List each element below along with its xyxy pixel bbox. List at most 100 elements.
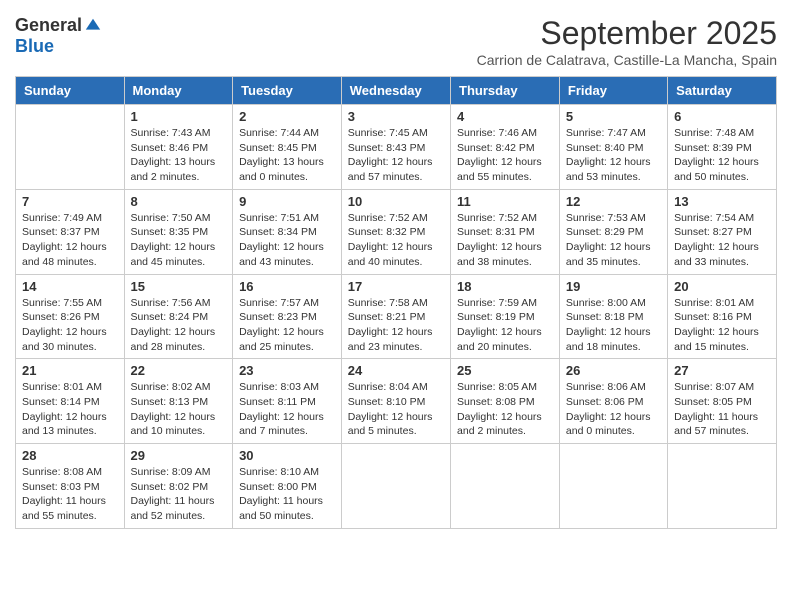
calendar-cell: 2 Sunrise: 7:44 AMSunset: 8:45 PMDaylight… [233,105,342,190]
calendar-cell: 15 Sunrise: 7:56 AMSunset: 8:24 PMDayligh… [124,274,233,359]
day-detail: Sunrise: 7:49 AMSunset: 8:37 PMDaylight:… [22,211,118,270]
day-detail: Sunrise: 8:08 AMSunset: 8:03 PMDaylight:… [22,465,118,524]
day-detail: Sunrise: 8:04 AMSunset: 8:10 PMDaylight:… [348,380,444,439]
calendar-cell: 22Sunrise: 8:02 AMSunset: 8:13 PMDayligh… [124,359,233,444]
day-number: 23 [239,363,335,378]
day-number: 9 [239,194,335,209]
calendar-week-row: 1Sunrise: 7:43 AMSunset: 8:46 PMDaylight… [16,105,777,190]
day-number: 20 [674,279,770,294]
calendar-cell: 29 Sunrise: 8:09 AMSunset: 8:02 PMDayligh… [124,444,233,529]
day-number: 22 [131,363,227,378]
calendar-cell: 10 Sunrise: 7:52 AMSunset: 8:32 PMDayligh… [341,189,450,274]
logo-icon [84,17,102,35]
calendar-cell: 4 Sunrise: 7:46 AMSunset: 8:42 PMDaylight… [451,105,560,190]
calendar-header-row: SundayMondayTuesdayWednesdayThursdayFrid… [16,77,777,105]
day-number: 28 [22,448,118,463]
calendar-cell: 3 Sunrise: 7:45 AMSunset: 8:43 PMDaylight… [341,105,450,190]
calendar-cell: 23 Sunrise: 8:03 AMSunset: 8:11 PMDayligh… [233,359,342,444]
calendar-cell: 26Sunrise: 8:06 AMSunset: 8:06 PMDayligh… [559,359,667,444]
day-number: 5 [566,109,661,124]
day-detail: Sunrise: 8:07 AMSunset: 8:05 PMDaylight:… [674,380,770,439]
calendar-table: SundayMondayTuesdayWednesdayThursdayFrid… [15,76,777,529]
day-detail: Sunrise: 7:45 AMSunset: 8:43 PMDaylight:… [348,126,444,185]
day-number: 21 [22,363,118,378]
weekday-header: Saturday [668,77,777,105]
calendar-cell: 6 Sunrise: 7:48 AMSunset: 8:39 PMDaylight… [668,105,777,190]
day-detail: Sunrise: 8:03 AMSunset: 8:11 PMDaylight:… [239,380,335,439]
weekday-header: Monday [124,77,233,105]
day-detail: Sunrise: 7:48 AMSunset: 8:39 PMDaylight:… [674,126,770,185]
location-subtitle: Carrion de Calatrava, Castille-La Mancha… [477,52,777,68]
day-number: 1 [131,109,227,124]
calendar-cell: 18Sunrise: 7:59 AMSunset: 8:19 PMDayligh… [451,274,560,359]
calendar-cell: 1Sunrise: 7:43 AMSunset: 8:46 PMDaylight… [124,105,233,190]
day-number: 11 [457,194,553,209]
day-detail: Sunrise: 7:51 AMSunset: 8:34 PMDaylight:… [239,211,335,270]
day-number: 26 [566,363,661,378]
day-number: 24 [348,363,444,378]
calendar-cell: 14Sunrise: 7:55 AMSunset: 8:26 PMDayligh… [16,274,125,359]
calendar-cell: 7 Sunrise: 7:49 AMSunset: 8:37 PMDaylight… [16,189,125,274]
day-number: 27 [674,363,770,378]
calendar-cell [451,444,560,529]
calendar-cell: 27 Sunrise: 8:07 AMSunset: 8:05 PMDayligh… [668,359,777,444]
title-section: September 2025 Carrion de Calatrava, Cas… [477,15,777,68]
day-detail: Sunrise: 7:47 AMSunset: 8:40 PMDaylight:… [566,126,661,185]
day-number: 4 [457,109,553,124]
day-detail: Sunrise: 7:46 AMSunset: 8:42 PMDaylight:… [457,126,553,185]
day-detail: Sunrise: 7:50 AMSunset: 8:35 PMDaylight:… [131,211,227,270]
calendar-cell: 28 Sunrise: 8:08 AMSunset: 8:03 PMDayligh… [16,444,125,529]
day-number: 10 [348,194,444,209]
logo-general-text: General [15,15,82,36]
day-detail: Sunrise: 7:56 AMSunset: 8:24 PMDaylight:… [131,296,227,355]
day-detail: Sunrise: 8:01 AMSunset: 8:16 PMDaylight:… [674,296,770,355]
calendar-cell [16,105,125,190]
day-number: 2 [239,109,335,124]
logo-blue-text: Blue [15,36,54,57]
weekday-header: Sunday [16,77,125,105]
day-number: 3 [348,109,444,124]
logo: General Blue [15,15,102,57]
calendar-cell: 12 Sunrise: 7:53 AMSunset: 8:29 PMDayligh… [559,189,667,274]
day-detail: Sunrise: 7:52 AMSunset: 8:32 PMDaylight:… [348,211,444,270]
calendar-cell: 30 Sunrise: 8:10 AMSunset: 8:00 PMDayligh… [233,444,342,529]
day-number: 29 [131,448,227,463]
calendar-week-row: 28 Sunrise: 8:08 AMSunset: 8:03 PMDayligh… [16,444,777,529]
calendar-cell [668,444,777,529]
day-number: 25 [457,363,553,378]
day-detail: Sunrise: 7:58 AMSunset: 8:21 PMDaylight:… [348,296,444,355]
day-detail: Sunrise: 7:52 AMSunset: 8:31 PMDaylight:… [457,211,553,270]
calendar-cell: 24 Sunrise: 8:04 AMSunset: 8:10 PMDayligh… [341,359,450,444]
day-number: 8 [131,194,227,209]
calendar-cell: 25 Sunrise: 8:05 AMSunset: 8:08 PMDayligh… [451,359,560,444]
day-detail: Sunrise: 8:01 AMSunset: 8:14 PMDaylight:… [22,380,118,439]
calendar-week-row: 7 Sunrise: 7:49 AMSunset: 8:37 PMDaylight… [16,189,777,274]
day-detail: Sunrise: 8:10 AMSunset: 8:00 PMDaylight:… [239,465,335,524]
calendar-cell: 9 Sunrise: 7:51 AMSunset: 8:34 PMDaylight… [233,189,342,274]
day-number: 17 [348,279,444,294]
calendar-cell: 8 Sunrise: 7:50 AMSunset: 8:35 PMDaylight… [124,189,233,274]
day-detail: Sunrise: 7:44 AMSunset: 8:45 PMDaylight:… [239,126,335,185]
day-number: 19 [566,279,661,294]
day-number: 7 [22,194,118,209]
day-number: 18 [457,279,553,294]
day-detail: Sunrise: 8:00 AMSunset: 8:18 PMDaylight:… [566,296,661,355]
day-number: 12 [566,194,661,209]
day-detail: Sunrise: 7:54 AMSunset: 8:27 PMDaylight:… [674,211,770,270]
calendar-cell: 19 Sunrise: 8:00 AMSunset: 8:18 PMDayligh… [559,274,667,359]
day-detail: Sunrise: 7:53 AMSunset: 8:29 PMDaylight:… [566,211,661,270]
weekday-header: Friday [559,77,667,105]
day-number: 30 [239,448,335,463]
day-number: 16 [239,279,335,294]
calendar-cell [559,444,667,529]
calendar-cell: 11 Sunrise: 7:52 AMSunset: 8:31 PMDayligh… [451,189,560,274]
day-detail: Sunrise: 8:09 AMSunset: 8:02 PMDaylight:… [131,465,227,524]
weekday-header: Tuesday [233,77,342,105]
month-title: September 2025 [477,15,777,52]
day-number: 15 [131,279,227,294]
weekday-header: Wednesday [341,77,450,105]
day-number: 6 [674,109,770,124]
day-detail: Sunrise: 7:57 AMSunset: 8:23 PMDaylight:… [239,296,335,355]
day-detail: Sunrise: 8:05 AMSunset: 8:08 PMDaylight:… [457,380,553,439]
page-header: General Blue September 2025 Carrion de C… [15,15,777,68]
